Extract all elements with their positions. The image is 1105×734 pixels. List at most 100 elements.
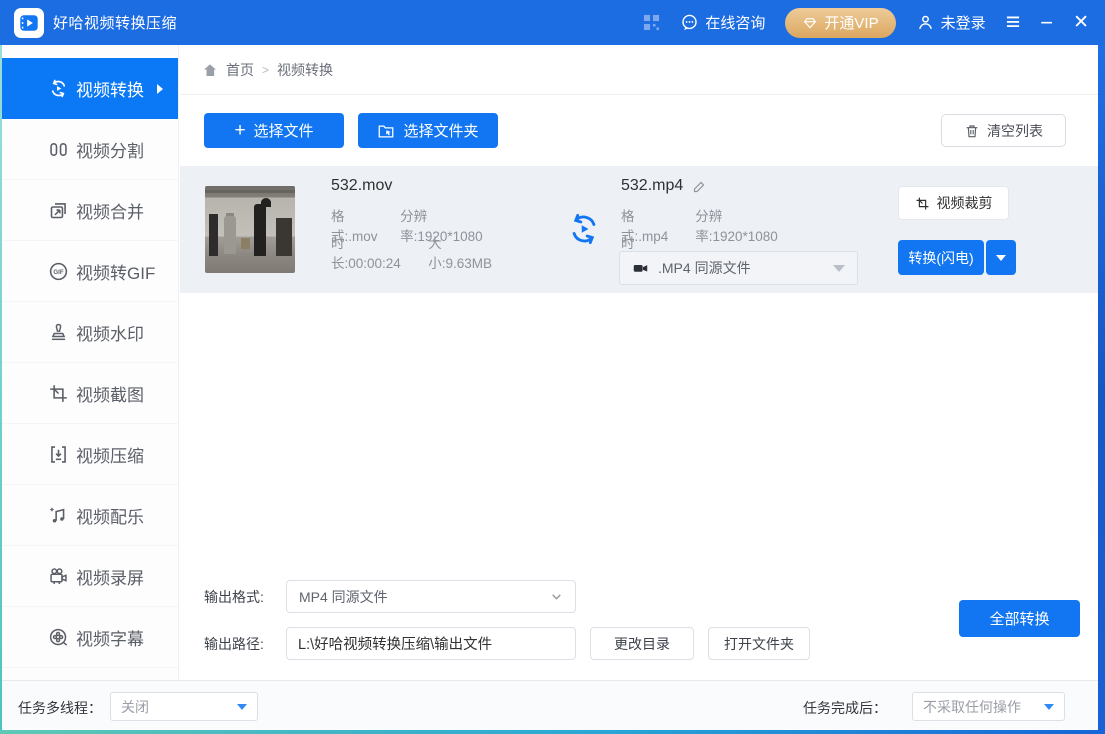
after-task-label: 任务完成后： bbox=[803, 698, 887, 718]
video-thumbnail[interactable] bbox=[205, 186, 295, 273]
vip-button[interactable]: 开通VIP bbox=[785, 8, 895, 38]
window-border-right bbox=[1098, 45, 1105, 734]
open-folder-button[interactable]: 打开文件夹 bbox=[708, 627, 810, 660]
convert-all-label: 全部转换 bbox=[989, 608, 1049, 629]
after-task-value: 不采取任何操作 bbox=[923, 697, 1021, 717]
screenshot-icon bbox=[47, 382, 69, 404]
sidebar-item-label: 视频转GIF bbox=[76, 259, 155, 284]
vip-label: 开通VIP bbox=[824, 12, 878, 33]
camera-icon bbox=[632, 260, 649, 277]
sidebar-item-label: 视频截图 bbox=[76, 381, 144, 406]
sidebar-item-video-split[interactable]: 视频分割 bbox=[2, 119, 178, 180]
output-path-input[interactable] bbox=[286, 627, 576, 660]
gif-icon: GIF bbox=[47, 260, 69, 282]
sidebar-item-video-to-gif[interactable]: GIF 视频转GIF bbox=[2, 241, 178, 302]
sidebar: 视频转换 视频分割 视频合并 bbox=[2, 45, 179, 680]
convert-button-label: 转换(闪电) bbox=[908, 248, 973, 268]
sidebar-item-label: 视频合并 bbox=[76, 198, 144, 223]
select-file-label: 选择文件 bbox=[254, 120, 314, 141]
merge-icon bbox=[47, 199, 69, 221]
convert-all-button[interactable]: 全部转换 bbox=[959, 600, 1080, 637]
sidebar-item-video-compress[interactable]: 视频压缩 bbox=[2, 424, 178, 485]
sidebar-item-label: 视频配乐 bbox=[76, 503, 144, 528]
multithread-select[interactable]: 关闭 bbox=[110, 692, 258, 721]
sidebar-item-video-record[interactable]: 视频录屏 bbox=[2, 546, 178, 607]
change-directory-button[interactable]: 更改目录 bbox=[590, 627, 694, 660]
login-button[interactable]: 未登录 bbox=[916, 12, 986, 33]
sidebar-item-video-merge[interactable]: 视频合并 bbox=[2, 180, 178, 241]
app-logo-icon bbox=[14, 8, 44, 38]
subtitle-icon bbox=[47, 626, 69, 648]
chevron-down-icon bbox=[550, 590, 563, 603]
multithread-value: 关闭 bbox=[121, 697, 149, 717]
login-status-label: 未登录 bbox=[941, 12, 986, 33]
watermark-icon bbox=[47, 321, 69, 343]
main-content: 首页 > 视频转换 + 选择文件 选择文件夹 bbox=[180, 45, 1098, 680]
vip-badge-icon bbox=[802, 15, 818, 31]
clear-list-button[interactable]: 清空列表 bbox=[941, 114, 1066, 147]
plus-icon: + bbox=[234, 121, 245, 140]
clear-list-label: 清空列表 bbox=[987, 121, 1043, 141]
sidebar-item-label: 视频录屏 bbox=[76, 564, 144, 589]
convert-options-button[interactable] bbox=[986, 240, 1016, 275]
sidebar-item-video-convert[interactable]: 视频转换 bbox=[2, 58, 178, 119]
convert-button[interactable]: 转换(闪电) bbox=[898, 240, 984, 275]
compress-icon bbox=[47, 443, 69, 465]
row-format-value: .MP4 同源文件 bbox=[658, 258, 751, 278]
select-file-button[interactable]: + 选择文件 bbox=[204, 113, 344, 148]
window-border-left bbox=[0, 45, 2, 734]
statusbar: 任务多线程： 关闭 任务完成后： 不采取任何操作 bbox=[0, 680, 1105, 730]
breadcrumb: 首页 > 视频转换 bbox=[180, 45, 1098, 95]
chat-icon bbox=[680, 13, 699, 32]
file-list-row: 532.mov 格式:.mov 分辨率:1920*1080 时长:00:00:2… bbox=[180, 166, 1098, 293]
sidebar-item-video-watermark[interactable]: 视频水印 bbox=[2, 302, 178, 363]
menu-icon[interactable]: ≡ bbox=[1006, 10, 1021, 35]
edit-name-icon[interactable] bbox=[692, 179, 707, 194]
row-format-select[interactable]: .MP4 同源文件 bbox=[619, 251, 858, 285]
video-crop-button[interactable]: 视频裁剪 bbox=[898, 186, 1009, 220]
online-service-label: 在线咨询 bbox=[705, 12, 765, 33]
convert-split-button: 转换(闪电) bbox=[898, 240, 1016, 275]
music-icon bbox=[47, 504, 69, 526]
online-service-button[interactable]: 在线咨询 bbox=[680, 12, 765, 33]
app-title: 好哈视频转换压缩 bbox=[53, 12, 177, 33]
breadcrumb-separator: > bbox=[262, 63, 269, 77]
after-task-select[interactable]: 不采取任何操作 bbox=[912, 692, 1065, 721]
record-icon bbox=[47, 565, 69, 587]
window-border-bottom bbox=[0, 730, 1105, 734]
crop-icon bbox=[915, 196, 930, 211]
multithread-label: 任务多线程： bbox=[18, 698, 102, 718]
user-icon bbox=[916, 13, 935, 32]
select-folder-button[interactable]: 选择文件夹 bbox=[358, 113, 498, 148]
sidebar-item-label: 视频压缩 bbox=[76, 442, 144, 467]
sidebar-item-label: 视频转换 bbox=[76, 76, 144, 101]
change-directory-label: 更改目录 bbox=[614, 634, 670, 654]
close-icon[interactable]: ✕ bbox=[1073, 13, 1089, 32]
chevron-down-icon bbox=[996, 255, 1006, 261]
split-icon bbox=[47, 138, 69, 160]
target-file-name: 532.mp4 bbox=[621, 177, 683, 195]
titlebar: 好哈视频转换压缩 bbox=[0, 0, 1105, 45]
output-format-select[interactable]: MP4 同源文件 bbox=[286, 580, 576, 613]
source-duration: 时长:00:00:24 bbox=[331, 232, 403, 272]
target-resolution: 分辨率:1920*1080 bbox=[695, 205, 783, 245]
app-window: 好哈视频转换压缩 bbox=[0, 0, 1105, 734]
video-crop-label: 视频裁剪 bbox=[937, 193, 993, 213]
svg-text:GIF: GIF bbox=[53, 268, 63, 275]
sidebar-item-video-music[interactable]: 视频配乐 bbox=[2, 485, 178, 546]
chevron-down-icon bbox=[1044, 704, 1054, 710]
sidebar-item-label: 视频字幕 bbox=[76, 625, 144, 650]
output-path-label: 输出路径: bbox=[204, 634, 286, 654]
sidebar-item-video-subtitle[interactable]: 视频字幕 bbox=[2, 607, 178, 668]
minimize-icon[interactable]: − bbox=[1040, 12, 1053, 34]
source-file-name: 532.mov bbox=[331, 177, 392, 195]
sidebar-item-label: 视频水印 bbox=[76, 320, 144, 345]
output-format-label: 输出格式: bbox=[204, 587, 286, 607]
qr-grid-icon[interactable] bbox=[643, 14, 660, 31]
home-icon bbox=[202, 62, 218, 78]
folder-select-icon bbox=[377, 122, 395, 140]
breadcrumb-home[interactable]: 首页 bbox=[226, 60, 254, 80]
output-format-value: MP4 同源文件 bbox=[299, 587, 388, 607]
select-folder-label: 选择文件夹 bbox=[403, 120, 478, 141]
sidebar-item-video-screenshot[interactable]: 视频截图 bbox=[2, 363, 178, 424]
